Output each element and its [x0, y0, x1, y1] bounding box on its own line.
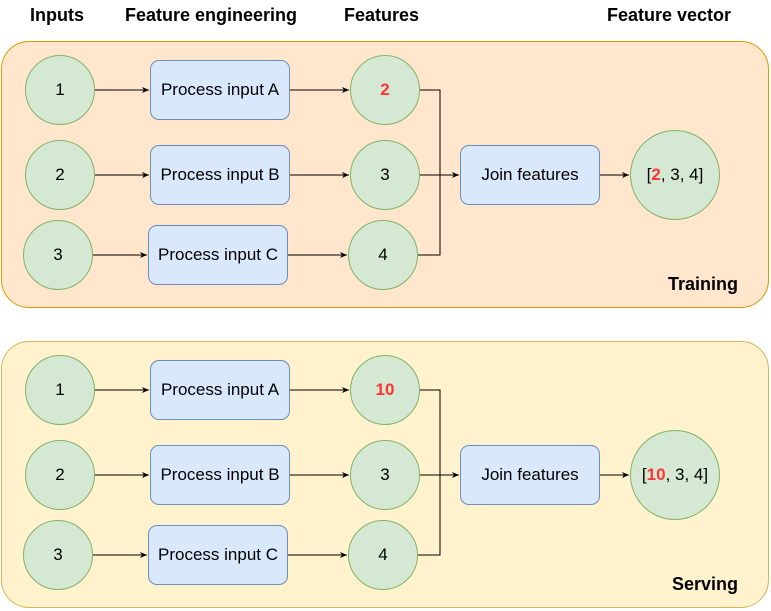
- serving-feature-1: 10: [350, 355, 420, 425]
- serving-input-1: 1: [25, 355, 95, 425]
- serving-join-features: Join features: [460, 445, 600, 505]
- serving-feature-vector: [10, 3, 4]: [630, 430, 720, 520]
- serving-process-a: Process input A: [150, 360, 290, 420]
- training-feature-2: 3: [350, 140, 420, 210]
- serving-feature-3: 4: [348, 520, 418, 590]
- serving-process-c: Process input C: [148, 525, 288, 585]
- training-process-a: Process input A: [150, 60, 290, 120]
- training-process-c: Process input C: [148, 225, 288, 285]
- serving-input-2: 2: [25, 440, 95, 510]
- training-join-features: Join features: [460, 145, 600, 205]
- training-feature-3: 4: [348, 220, 418, 290]
- serving-feature-1-value: 10: [375, 380, 395, 399]
- training-label: Training: [667, 274, 738, 294]
- serving-vector-rest: , 3, 4]: [665, 465, 709, 484]
- training-input-3: 3: [23, 220, 93, 290]
- training-feature-1-value: 2: [380, 80, 390, 99]
- training-process-b: Process input B: [150, 145, 290, 205]
- training-feature-vector: [2, 3, 4]: [630, 130, 720, 220]
- serving-label: Serving: [671, 574, 738, 594]
- training-feature-1: 2: [350, 55, 420, 125]
- serving-input-3: 3: [23, 520, 93, 590]
- serving-feature-2: 3: [350, 440, 420, 510]
- training-vector-rest: , 3, 4]: [660, 165, 704, 184]
- header-inputs: Inputs: [30, 5, 84, 25]
- serving-vector-highlight: 10: [646, 465, 666, 484]
- header-feature-engineering: Feature engineering: [125, 5, 298, 25]
- header-features: Features: [344, 5, 420, 25]
- serving-process-b: Process input B: [150, 445, 290, 505]
- header-feature-vector: Feature vector: [607, 5, 732, 25]
- training-input-2: 2: [25, 140, 95, 210]
- training-input-1: 1: [25, 55, 95, 125]
- training-vector-highlight: 2: [651, 165, 661, 184]
